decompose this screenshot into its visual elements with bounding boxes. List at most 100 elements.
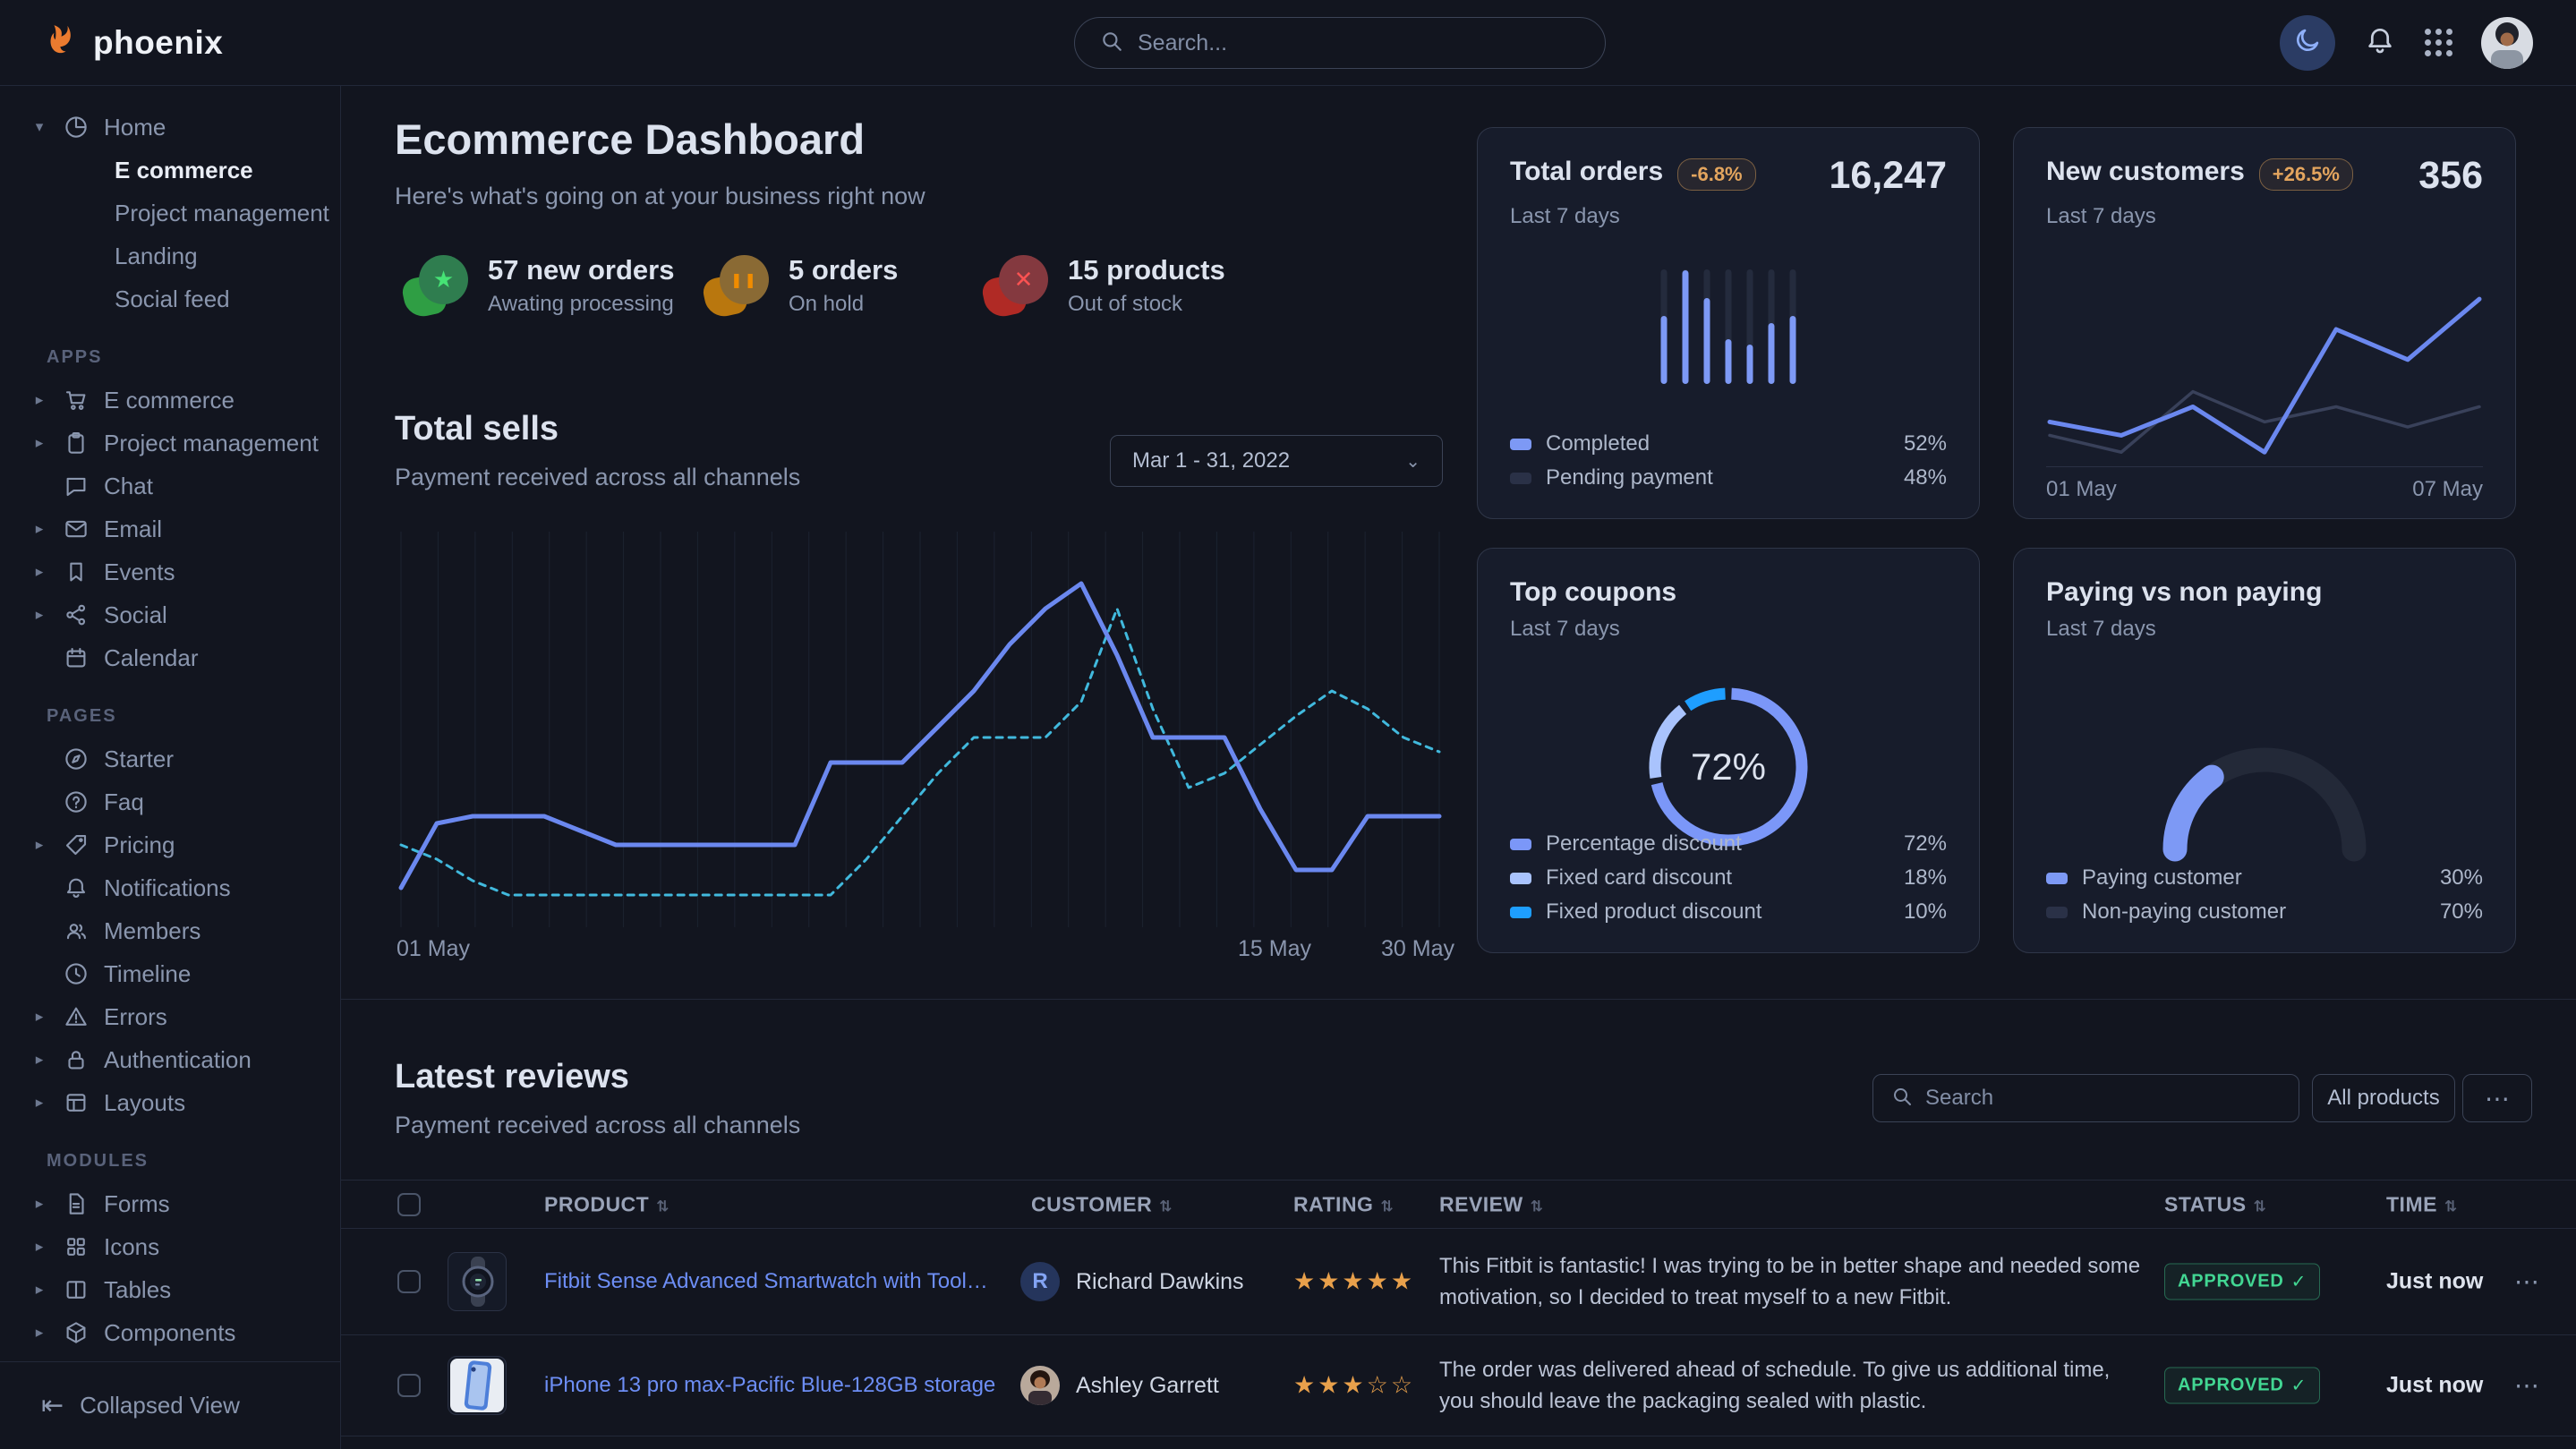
column-header-rating[interactable]: RATING⇅: [1293, 1192, 1394, 1216]
order-bar: [1790, 269, 1796, 384]
total-sells-title: Total sells: [395, 410, 559, 448]
order-bar: [1726, 269, 1732, 384]
reviews-search[interactable]: [1872, 1074, 2299, 1122]
legend-chip: [1510, 439, 1531, 450]
product-thumbnail[interactable]: [448, 1356, 507, 1415]
mini-x-axis: [2046, 466, 2483, 467]
reviews-search-input[interactable]: [1925, 1086, 2281, 1111]
notifications-button[interactable]: [2364, 24, 2396, 61]
sidebar-item-label: Calendar: [104, 644, 199, 672]
column-header-product[interactable]: PRODUCT⇅: [544, 1192, 670, 1216]
sidebar-item-notifications[interactable]: Notifications: [0, 866, 340, 909]
sidebar-item-components[interactable]: ▸Components: [0, 1311, 340, 1354]
sidebar-item-project-management[interactable]: ▸Project management: [0, 422, 340, 465]
sidebar-item-label: Social: [104, 601, 167, 629]
sidebar-subitem-e-commerce[interactable]: E commerce: [0, 149, 340, 192]
global-search[interactable]: [1074, 17, 1606, 69]
apps-menu-button[interactable]: [2425, 29, 2452, 56]
chat-icon: [63, 473, 90, 499]
sidebar-item-starter[interactable]: Starter: [0, 737, 340, 780]
app-root: phoenix: [0, 0, 2576, 1449]
card-period: Last 7 days: [1510, 204, 1947, 229]
date-range-select[interactable]: Mar 1 - 31, 2022 ⌄: [1110, 435, 1443, 487]
review-time: Just now: [2386, 1373, 2483, 1399]
legend-row: Pending payment48%: [1510, 461, 1947, 495]
sidebar-section-label: MODULES: [47, 1151, 340, 1172]
sidebar-subitem-landing[interactable]: Landing: [0, 234, 340, 277]
stat-sublabel: On hold: [789, 292, 898, 317]
sidebar: ▾HomeE commerceProject managementLanding…: [0, 86, 341, 1449]
bell-icon: [63, 874, 90, 901]
sidebar-item-layouts[interactable]: ▸Layouts: [0, 1081, 340, 1124]
row-checkbox[interactable]: [397, 1374, 421, 1397]
sidebar-item-home[interactable]: ▾Home: [0, 106, 340, 149]
theme-toggle-button[interactable]: [2280, 15, 2335, 71]
sidebar-item-members[interactable]: Members: [0, 909, 340, 952]
sidebar-item-errors[interactable]: ▸Errors: [0, 995, 340, 1038]
collapsed-view-toggle[interactable]: ⇤ Collapsed View: [0, 1361, 340, 1449]
search-input[interactable]: [1138, 30, 1580, 56]
customer-name: Ashley Garrett: [1076, 1373, 1219, 1399]
sidebar-item-label: Components: [104, 1319, 235, 1347]
legend-row: Non-paying customer 70%: [2046, 895, 2483, 929]
sort-icon: ⇅: [1531, 1198, 1544, 1215]
legend-row: Fixed card discount18%: [1510, 861, 1947, 895]
product-link[interactable]: Fitbit Sense Advanced Smartwatch with To…: [544, 1269, 996, 1294]
check-icon: ✓: [2291, 1271, 2307, 1293]
sidebar-item-social[interactable]: ▸Social: [0, 593, 340, 636]
column-header-customer[interactable]: CUSTOMER⇅: [1031, 1192, 1173, 1216]
total-sells-chart: [394, 530, 1446, 931]
sidebar-item-events[interactable]: ▸Events: [0, 550, 340, 593]
row-more-button[interactable]: ⋯: [2514, 1267, 2539, 1297]
column-header-status[interactable]: STATUS⇅: [2164, 1192, 2266, 1216]
card-title: Total orders: [1510, 157, 1663, 187]
sidebar-item-icons[interactable]: ▸Icons: [0, 1225, 340, 1268]
sidebar-item-chat[interactable]: Chat: [0, 465, 340, 507]
sidebar-item-label: Chat: [104, 473, 153, 500]
column-header-time[interactable]: TIME⇅: [2386, 1192, 2458, 1216]
sidebar-item-faq[interactable]: Faq: [0, 780, 340, 823]
row-more-button[interactable]: ⋯: [2514, 1371, 2539, 1401]
section-divider: [341, 999, 2576, 1000]
orders-legend: Completed52%Pending payment48%: [1510, 427, 1947, 495]
product-link[interactable]: iPhone 13 pro max-Pacific Blue-128GB sto…: [544, 1373, 995, 1398]
legend-value: 70%: [2440, 899, 2483, 925]
sort-icon: ⇅: [2254, 1198, 2267, 1215]
row-checkbox[interactable]: [397, 1270, 421, 1293]
sidebar-item-pricing[interactable]: ▸Pricing: [0, 823, 340, 866]
legend-label: Non-paying customer: [2082, 899, 2286, 925]
sidebar-item-email[interactable]: ▸Email: [0, 507, 340, 550]
sidebar-item-label: Pricing: [104, 831, 175, 859]
sidebar-item-tables[interactable]: ▸Tables: [0, 1268, 340, 1311]
user-avatar[interactable]: [2481, 17, 2533, 69]
donut-center-label: 72%: [1642, 746, 1814, 788]
sidebar-item-timeline[interactable]: Timeline: [0, 952, 340, 995]
sidebar-item-label: Email: [104, 516, 162, 543]
card-period: Last 7 days: [2046, 204, 2483, 229]
column-header-review[interactable]: REVIEW⇅: [1439, 1192, 1543, 1216]
moon-icon: [2293, 26, 2322, 59]
sort-icon: ⇅: [1380, 1198, 1394, 1215]
brand-logo[interactable]: phoenix: [39, 20, 223, 65]
sidebar-subitem-social-feed[interactable]: Social feed: [0, 277, 340, 320]
new-customers-chart: [2044, 278, 2485, 463]
share-icon: [63, 601, 90, 628]
caret-right-icon: ▸: [30, 1008, 48, 1026]
product-thumbnail[interactable]: [448, 1252, 507, 1311]
sidebar-item-e-commerce[interactable]: ▸E commerce: [0, 379, 340, 422]
legend-value: 72%: [1904, 831, 1947, 857]
stat-sublabel: Out of stock: [1068, 292, 1225, 317]
select-all-checkbox[interactable]: [397, 1193, 421, 1216]
card-value: 16,247: [1829, 157, 1947, 195]
sidebar-subitem-project-management[interactable]: Project management: [0, 192, 340, 234]
reviews-more-button[interactable]: ⋯: [2462, 1074, 2532, 1122]
order-bar: [1747, 269, 1753, 384]
sidebar-item-forms[interactable]: ▸Forms: [0, 1182, 340, 1225]
sidebar-item-calendar[interactable]: Calendar: [0, 636, 340, 679]
sidebar-item-authentication[interactable]: ▸Authentication: [0, 1038, 340, 1081]
legend-value: 48%: [1904, 465, 1947, 490]
all-products-button[interactable]: All products: [2312, 1074, 2455, 1122]
rating-stars: ★★★★★: [1293, 1268, 1415, 1296]
x-axis-label-mid: 15 May: [1238, 936, 1311, 962]
layout-icon: [63, 1089, 90, 1116]
